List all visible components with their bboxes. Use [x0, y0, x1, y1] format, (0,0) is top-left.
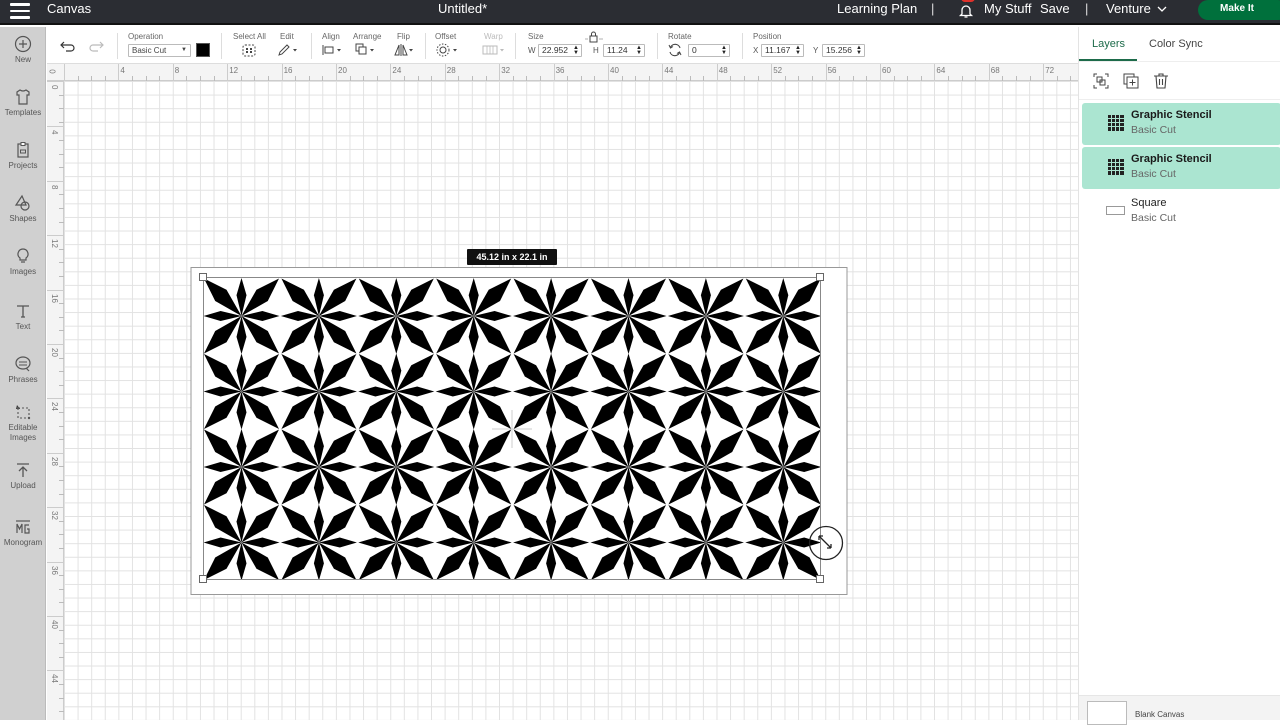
star-motif — [358, 429, 435, 505]
star-motif — [435, 504, 512, 579]
blank-canvas-label: Blank Canvas — [1135, 710, 1185, 719]
star-motif — [435, 353, 512, 430]
selection-handle-top-left[interactable] — [199, 273, 207, 281]
star-motif — [590, 429, 667, 505]
star-motif — [435, 278, 512, 354]
star-motif — [667, 429, 744, 505]
layer-name: Square — [1131, 197, 1167, 209]
star-motif — [204, 504, 280, 579]
star-motif — [204, 278, 280, 354]
star-motif — [358, 353, 435, 430]
star-motif — [667, 278, 744, 354]
layer-operation: Basic Cut — [1131, 212, 1176, 224]
star-motif — [745, 429, 820, 505]
tab-layers[interactable]: Layers — [1092, 38, 1125, 50]
star-motif — [513, 278, 590, 354]
star-motif — [667, 353, 744, 430]
blank-canvas-section[interactable]: Blank Canvas — [1079, 695, 1280, 725]
layer-item[interactable]: Graphic Stencil Basic Cut — [1082, 103, 1280, 145]
blank-canvas-thumbnail[interactable] — [1087, 701, 1127, 725]
star-motif — [667, 504, 744, 579]
star-motif — [280, 429, 357, 505]
dimension-tooltip: 45.12 in x 22.1 in — [467, 249, 557, 265]
square-shape-icon — [1106, 206, 1125, 215]
selection-handle-bottom-right[interactable] — [816, 575, 824, 583]
star-motif — [590, 278, 667, 354]
duplicate-icon[interactable] — [1123, 73, 1139, 89]
star-motif — [745, 278, 820, 354]
layer-operation: Basic Cut — [1131, 168, 1176, 180]
group-icon[interactable] — [1093, 73, 1109, 89]
layers-panel: Layers Color Sync Graphic Stencil Basic … — [1078, 27, 1280, 725]
star-motif — [204, 429, 280, 505]
layer-item[interactable]: Graphic Stencil Basic Cut — [1082, 147, 1280, 189]
layer-name: Graphic Stencil — [1131, 109, 1212, 121]
star-motif — [513, 353, 590, 430]
layer-name: Graphic Stencil — [1131, 153, 1212, 165]
stencil-grid-icon — [1108, 159, 1124, 175]
star-motif — [358, 278, 435, 354]
tab-color-sync[interactable]: Color Sync — [1149, 38, 1203, 50]
star-motif — [204, 353, 280, 430]
selection-handle-top-right[interactable] — [816, 273, 824, 281]
star-motif — [745, 353, 820, 430]
layer-item[interactable]: Square Basic Cut — [1082, 191, 1280, 233]
selection-handle-bottom-left[interactable] — [199, 575, 207, 583]
stencil-grid-icon — [1108, 115, 1124, 131]
delete-trash-icon[interactable] — [1153, 73, 1169, 89]
star-motif — [590, 504, 667, 579]
star-motif — [435, 429, 512, 505]
star-motif — [280, 504, 357, 579]
star-motif — [513, 429, 590, 505]
star-motif — [280, 353, 357, 430]
star-motif — [280, 278, 357, 354]
panel-divider — [1079, 99, 1280, 100]
star-motif — [513, 504, 590, 579]
tabs-divider — [1079, 61, 1280, 62]
layer-operation: Basic Cut — [1131, 124, 1176, 136]
star-motif — [358, 504, 435, 579]
star-motif — [590, 353, 667, 430]
